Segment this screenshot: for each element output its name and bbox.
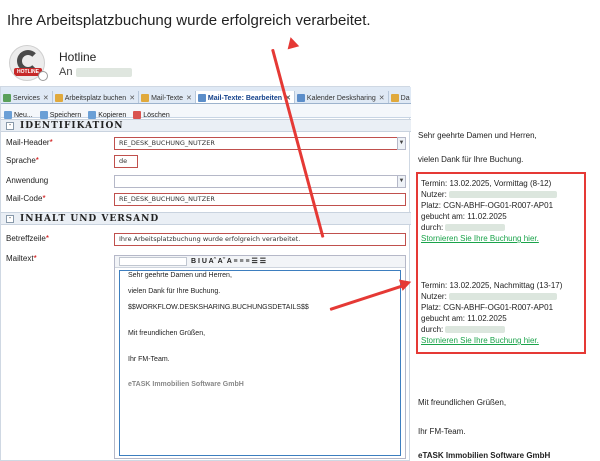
booking-gebucht: gebucht am: 11.02.2025 (421, 314, 507, 323)
chevron-down-icon[interactable]: ▼ (397, 175, 406, 188)
mail-icon (141, 94, 150, 103)
editor-line: Sehr geehrte Damen und Herren, (128, 272, 232, 279)
preview-team: Ihr FM-Team. (418, 427, 466, 436)
booking-termin: Termin: 13.02.2025, Nachmittag (13-17) (421, 281, 563, 290)
cancel-booking-link[interactable]: Stornieren Sie Ihre Buchung hier. (421, 335, 539, 346)
sprache-label: Sprache* (6, 156, 39, 165)
tab-mail-texte-bearbeiten[interactable]: Mail-Texte: Bearbeiten ✕ (195, 91, 295, 103)
editor-placeholder-line: $$WORKFLOW.DESKSHARING.BUCHUNGSDETAILS$$ (128, 304, 309, 311)
redacted-value (449, 191, 558, 199)
rich-text-editor: B I U Aˆ Aˇ A ≡ ≡ ≡ ☰ ☰ Sehr geehrte Dam… (114, 255, 406, 459)
new-icon (4, 111, 12, 120)
recipient-line: An (59, 66, 133, 78)
booking-platz: Platz: CGN-ABHF-OG01-R007-AP01 (421, 201, 554, 210)
editor-line: Mit freundlichen Grüßen, (128, 330, 206, 337)
section-title: IDENTIFIKATION (20, 121, 124, 131)
mail-text-editor-app: Services ✕ Arbeitsplatz buchen ✕ Mail-Texte ✕… (0, 86, 411, 461)
grid-icon (3, 94, 11, 103)
annotation-arrowhead-up (284, 35, 300, 50)
booking-durch: durch: (421, 324, 506, 335)
email-subject: Ihre Arbeitsplatzbuchung wurde erfolgrei… (7, 12, 371, 29)
annotation-arrowhead-right (398, 276, 414, 291)
preview-company: eTASK Immobilien Software GmbH (418, 451, 551, 460)
anwendung-label: Anwendung (6, 176, 49, 185)
section-title: INHALT UND VERSAND (20, 214, 160, 224)
tab-bar: Services ✕ Arbeitsplatz buchen ✕ Mail-Texte ✕… (1, 87, 411, 104)
redacted-value (449, 293, 558, 301)
mail-header-field[interactable]: RE_DESK_BUCHUNG_NUTZER (114, 137, 398, 150)
booking-nutzer: Nutzer: (421, 291, 558, 302)
editor-toolbar: B I U Aˆ Aˇ A ≡ ≡ ≡ ☰ ☰ (115, 256, 405, 268)
anwendung-field[interactable] (114, 175, 398, 188)
editor-line: Ihr FM-Team. (128, 356, 170, 363)
redacted-value (445, 326, 506, 334)
mail-edit-icon (197, 94, 206, 103)
section-identifikation: - IDENTIFIKATION (1, 119, 411, 132)
editor-line: eTASK Immobilien Software GmbH (128, 381, 244, 388)
sender-header: HOTLINE Hotline An (9, 45, 259, 81)
chevron-down-icon[interactable]: ▼ (397, 137, 406, 150)
copy-icon (88, 111, 97, 120)
booking-nutzer: Nutzer: (421, 189, 558, 200)
betreffzeile-field[interactable]: Ihre Arbeitsplatzbuchung wurde erfolgrei… (114, 233, 406, 246)
mail-header-label: Mail-Header* (6, 138, 53, 147)
tab-mail-texte[interactable]: Mail-Texte ✕ (139, 91, 196, 103)
section-inhalt-und-versand: - INHALT UND VERSAND (1, 212, 411, 225)
tab-arbeitsplatz-buchen[interactable]: Arbeitsplatz buchen ✕ (53, 91, 140, 103)
action-toolbar: Neu... Speichern Kopieren Löschen (1, 104, 411, 120)
preview-thanks: vielen Dank für Ihre Buchung. (418, 155, 524, 164)
save-icon (39, 111, 48, 120)
close-icon[interactable]: ✕ (43, 95, 49, 102)
close-icon[interactable]: ✕ (129, 95, 135, 102)
preview-closing: Mit freundlichen Grüßen, (418, 398, 507, 407)
format-buttons[interactable]: B I U Aˆ Aˇ A ≡ ≡ ≡ ☰ ☰ (189, 256, 268, 268)
recipient-label: An (59, 66, 73, 78)
delete-icon (133, 111, 142, 120)
booking-details-box: Termin: 13.02.2025, Vormittag (8-12) Nut… (416, 172, 586, 354)
font-select[interactable] (119, 256, 187, 266)
close-icon[interactable]: ✕ (186, 95, 192, 102)
calendar-icon (54, 94, 63, 103)
mail-code-label: Mail-Code* (6, 194, 46, 203)
tab-services[interactable]: Services ✕ (1, 91, 53, 103)
booking-platz: Platz: CGN-ABHF-OG01-R007-AP01 (421, 303, 554, 312)
cancel-booking-link[interactable]: Stornieren Sie Ihre Buchung hier. (421, 233, 539, 244)
tab-da[interactable]: Da (389, 91, 411, 103)
sprache-field[interactable]: de (114, 155, 138, 168)
booking-termin: Termin: 13.02.2025, Vormittag (8-12) (421, 179, 552, 188)
calendar-icon (296, 94, 305, 103)
booking-durch: durch: (421, 222, 506, 233)
betreffzeile-label: Betreffzeile* (6, 234, 49, 243)
collapse-toggle[interactable]: - (6, 122, 14, 130)
mailtext-label: Mailtext* (6, 254, 37, 263)
preview-greeting: Sehr geehrte Damen und Herren, (418, 131, 537, 140)
collapse-toggle[interactable]: - (6, 215, 14, 223)
presence-indicator (38, 71, 48, 81)
sender-name[interactable]: Hotline (59, 50, 96, 64)
redacted-value (445, 224, 506, 232)
folder-icon (390, 94, 399, 103)
mail-code-field[interactable]: RE_DESK_BUCHUNG_NUTZER (114, 193, 406, 206)
booking-gebucht: gebucht am: 11.02.2025 (421, 212, 507, 221)
recipient-redacted (76, 67, 133, 77)
tab-kalender-desksharing[interactable]: Kalender Desksharing ✕ (295, 91, 389, 103)
close-icon[interactable]: ✕ (379, 95, 385, 102)
editor-line: vielen Dank für Ihre Buchung. (128, 288, 221, 295)
